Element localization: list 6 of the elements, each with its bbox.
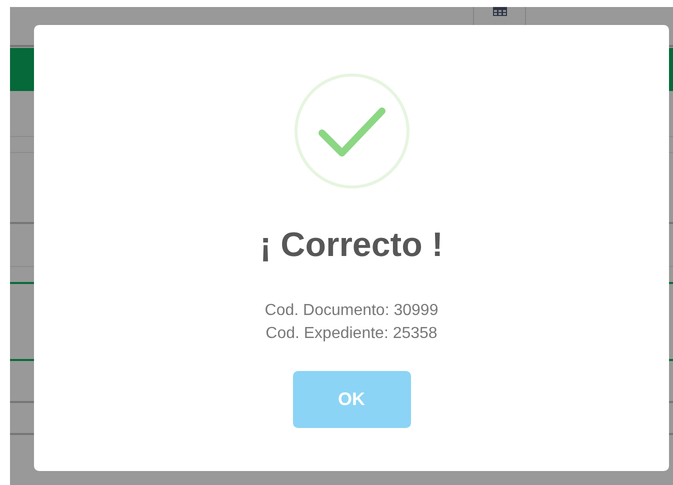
checkmark-icon xyxy=(292,71,412,191)
message-line: Cod. Expediente: 25358 xyxy=(266,324,438,344)
dialog-title: ¡ Correcto ! xyxy=(260,225,444,266)
message-line: Cod. Documento: 30999 xyxy=(264,301,438,321)
grid-icon[interactable] xyxy=(492,7,506,16)
ok-button[interactable]: OK xyxy=(292,371,410,428)
